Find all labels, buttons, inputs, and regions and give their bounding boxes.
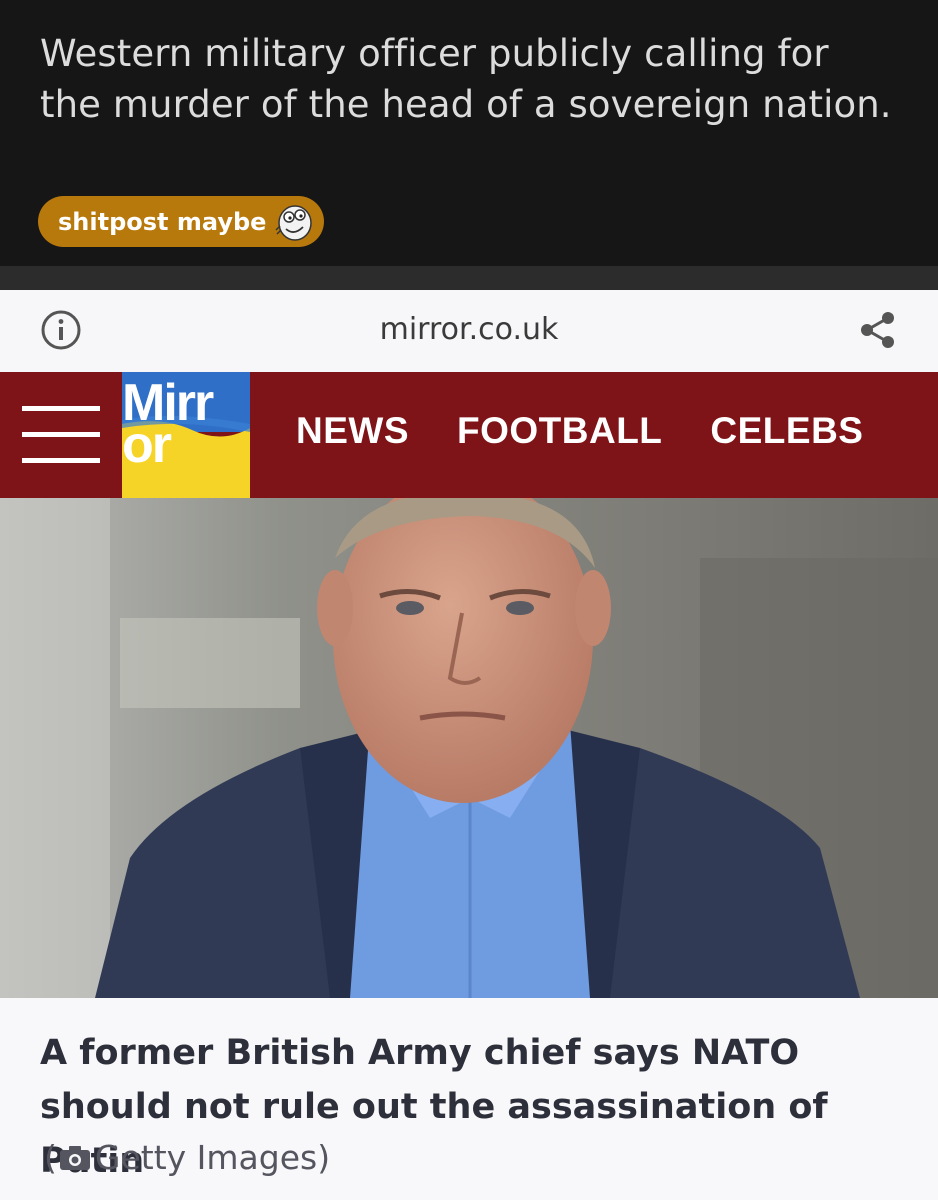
portrait-illustration: [0, 498, 938, 998]
menu-icon[interactable]: [22, 406, 100, 464]
derp-face-emoji-icon: [275, 204, 313, 241]
nav-link-news[interactable]: NEWS: [296, 410, 409, 452]
logo-text: Mirr or: [122, 374, 214, 474]
article-photo: [0, 498, 938, 998]
flair-label: shitpost maybe: [58, 207, 267, 236]
article-caption: A former British Army chief says NATO sh…: [0, 998, 938, 1200]
browser-url-bar: mirror.co.uk: [0, 290, 938, 372]
url-text[interactable]: mirror.co.uk: [0, 312, 938, 347]
site-nav: Mirr or NEWS FOOTBALL CELEBS: [0, 372, 938, 498]
camera-icon: [59, 1145, 90, 1170]
nav-links: NEWS FOOTBALL CELEBS: [296, 410, 863, 452]
post-header: Western military officer publicly callin…: [0, 0, 938, 266]
nav-link-football[interactable]: FOOTBALL: [457, 410, 662, 452]
share-icon[interactable]: [856, 308, 900, 352]
credit-text: Getty Images): [94, 1138, 331, 1177]
credit-open-paren: (: [44, 1138, 57, 1177]
post-title: Western military officer publicly callin…: [40, 32, 892, 126]
post-separator: [0, 266, 938, 290]
mirror-logo[interactable]: Mirr or: [122, 372, 250, 498]
photo-credit: ( Getty Images): [44, 1138, 330, 1177]
nav-link-celebs[interactable]: CELEBS: [710, 410, 863, 452]
post-flair[interactable]: shitpost maybe: [38, 196, 324, 247]
